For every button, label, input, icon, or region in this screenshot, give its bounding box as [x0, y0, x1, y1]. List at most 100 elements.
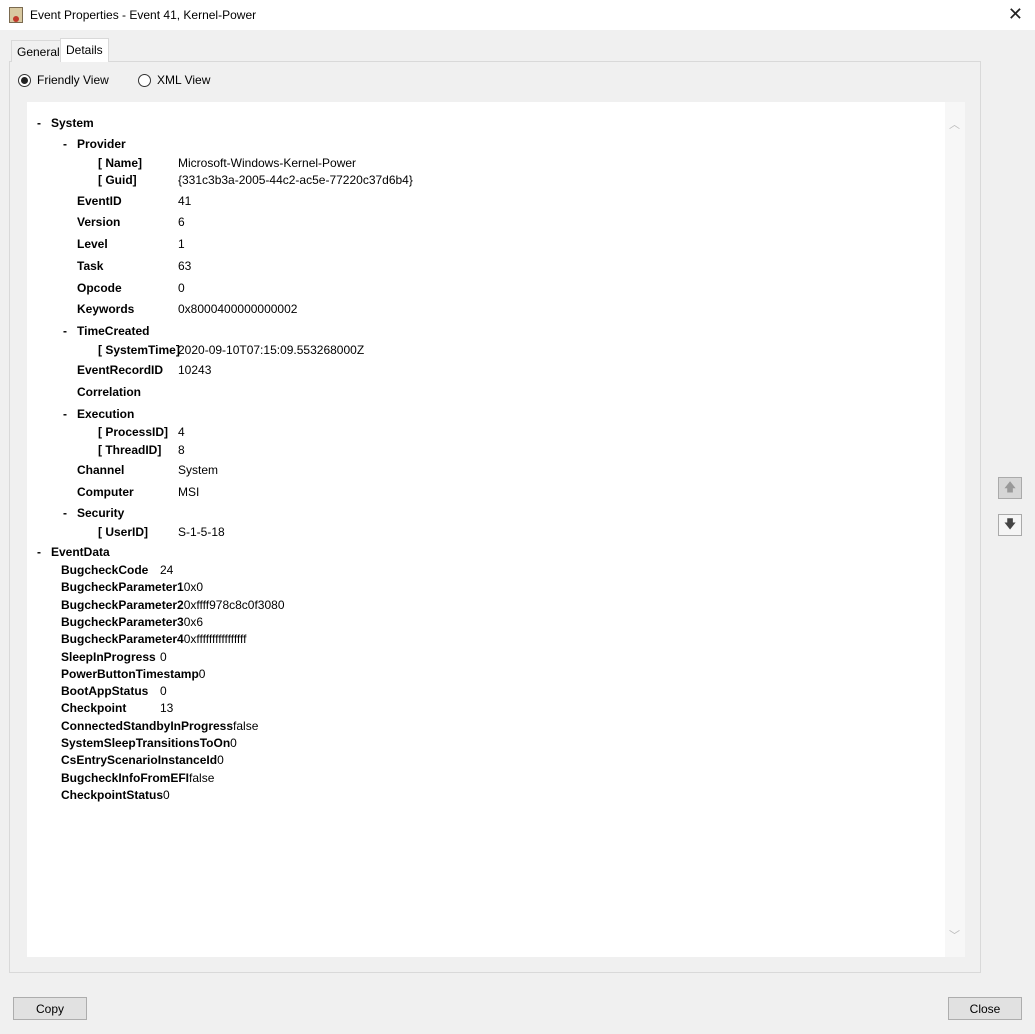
xml-view-label: XML View: [157, 73, 211, 87]
friendly-view-label: Friendly View: [37, 73, 109, 87]
field-key: Version: [77, 215, 121, 229]
friendly-view-radio[interactable]: Friendly View: [18, 73, 109, 87]
field-value: 8: [178, 443, 185, 457]
field-key: CheckpointStatus: [61, 787, 164, 802]
system-node: System: [51, 116, 94, 130]
eventdata-row: Checkpoint 13: [61, 700, 173, 716]
eventdata-row: SleepInProgress 0: [61, 649, 167, 665]
field-key: BugcheckParameter1: [61, 580, 184, 595]
eventdata-row: SystemSleepTransitionsToOn0: [61, 735, 237, 751]
field-key: Keywords: [77, 302, 135, 316]
eventdata-row: BugcheckParameter20xffff978c8c0f3080: [61, 597, 285, 613]
collapse-eventdata[interactable]: -: [37, 544, 41, 560]
next-event-button[interactable]: 🡇: [998, 514, 1022, 536]
field-key: BootAppStatus: [61, 684, 149, 699]
field-key: Checkpoint: [61, 701, 127, 716]
field-key: Opcode: [77, 281, 122, 295]
field-key: BugcheckInfoFromEFI: [61, 770, 190, 785]
arrow-up-icon: 🡅: [1003, 479, 1017, 494]
field-value: 0xffffffffffffffff: [183, 632, 247, 647]
collapse-execution[interactable]: -: [63, 406, 67, 422]
window-close-icon[interactable]: ✕: [1008, 4, 1023, 25]
copy-button[interactable]: Copy: [13, 997, 87, 1020]
field-value: 6: [178, 215, 185, 229]
field-key: EventRecordID: [77, 363, 164, 377]
field-value: 0: [198, 666, 206, 681]
field-value: {331c3b3a-2005-44c2-ac5e-77220c37d6b4}: [178, 173, 413, 187]
eventdata-row: BugcheckCode 24: [61, 562, 173, 578]
tab-details[interactable]: Details: [60, 38, 109, 62]
field-key: BugcheckParameter2: [61, 597, 184, 612]
timecreated-node: TimeCreated: [77, 324, 150, 338]
field-key: [ Name]: [98, 156, 143, 170]
field-key: BugcheckParameter3: [61, 614, 184, 629]
eventdata-row: BugcheckParameter10x0: [61, 579, 203, 595]
field-value: 10243: [178, 363, 212, 377]
field-key: PowerButtonTimestamp: [61, 666, 199, 681]
field-value: 0x6: [183, 614, 204, 629]
field-value: 0: [163, 787, 170, 802]
field-value: 1: [178, 237, 185, 251]
execution-node: Execution: [77, 407, 135, 421]
eventdata-row: BugcheckParameter40xffffffffffffffff: [61, 631, 247, 647]
close-button[interactable]: Close: [948, 997, 1022, 1020]
collapse-timecreated[interactable]: -: [63, 323, 67, 339]
field-value: 24: [160, 563, 174, 577]
security-node: Security: [77, 506, 125, 520]
field-key: [ Guid]: [98, 173, 137, 187]
field-key: SleepInProgress: [61, 649, 156, 664]
collapse-security[interactable]: -: [63, 505, 67, 521]
provider-node: Provider: [77, 137, 126, 151]
eventdata-row: CsEntryScenarioInstanceId0: [61, 752, 224, 768]
field-value: Microsoft-Windows-Kernel-Power: [178, 156, 357, 170]
previous-event-button[interactable]: 🡅: [998, 477, 1022, 499]
field-value: 63: [178, 259, 192, 273]
field-value: 13: [160, 701, 174, 716]
correlation-node: Correlation: [77, 385, 142, 399]
field-value: 0x0: [183, 580, 204, 595]
eventdata-row: BootAppStatus 0: [61, 683, 167, 699]
field-value: 0: [230, 736, 237, 750]
arrow-down-icon: 🡇: [1003, 516, 1017, 531]
scroll-up-icon[interactable]: ︿: [949, 116, 960, 132]
radio-unselected-icon: [138, 73, 151, 87]
eventdata-row: CheckpointStatus0: [61, 787, 170, 803]
field-value: 4: [178, 425, 185, 439]
radio-selected-icon: [18, 73, 31, 87]
field-value: 0xffff978c8c0f3080: [183, 597, 285, 612]
field-key: SystemSleepTransitionsToOn: [61, 736, 231, 750]
field-key: Computer: [77, 485, 134, 499]
eventdata-node: EventData: [51, 545, 110, 559]
scroll-down-icon[interactable]: ﹀: [949, 927, 960, 943]
eventdata-row: ConnectedStandbyInProgressfalse: [61, 718, 258, 734]
field-value: 2020-09-10T07:15:09.553268000Z: [178, 343, 365, 357]
eventdata-row: BugcheckInfoFromEFIfalse: [61, 770, 214, 786]
field-key: Channel: [77, 463, 125, 477]
field-key: [ ProcessID]: [98, 425, 169, 439]
field-key: EventID: [77, 194, 122, 208]
field-value: 0: [217, 753, 224, 768]
collapse-system[interactable]: -: [37, 115, 41, 131]
collapse-provider[interactable]: -: [63, 136, 67, 152]
vertical-scrollbar[interactable]: ︿ ﹀: [945, 102, 965, 957]
field-value: System: [178, 463, 219, 477]
event-viewer-app-icon: [9, 7, 23, 23]
field-value: false: [189, 770, 215, 785]
field-value: 0: [178, 281, 185, 295]
field-value: 41: [178, 194, 192, 208]
field-key: BugcheckCode: [61, 563, 149, 577]
field-value: S-1-5-18: [178, 525, 225, 539]
xml-view-radio[interactable]: XML View: [138, 73, 210, 87]
field-value: 0: [160, 684, 167, 699]
field-value: 0: [160, 649, 167, 664]
field-key: [ ThreadID]: [98, 443, 162, 457]
window-title: Event Properties - Event 41, Kernel-Powe…: [30, 8, 257, 22]
eventdata-row: BugcheckParameter30x6: [61, 614, 203, 630]
field-key: [ UserID]: [98, 525, 149, 539]
field-key: [ SystemTime]: [98, 343, 180, 357]
field-value: MSI: [178, 485, 200, 499]
tab-general[interactable]: General: [11, 40, 66, 62]
eventdata-row: PowerButtonTimestamp0: [61, 666, 205, 682]
field-key: CsEntryScenarioInstanceId: [61, 753, 218, 768]
field-key: Level: [77, 237, 108, 251]
